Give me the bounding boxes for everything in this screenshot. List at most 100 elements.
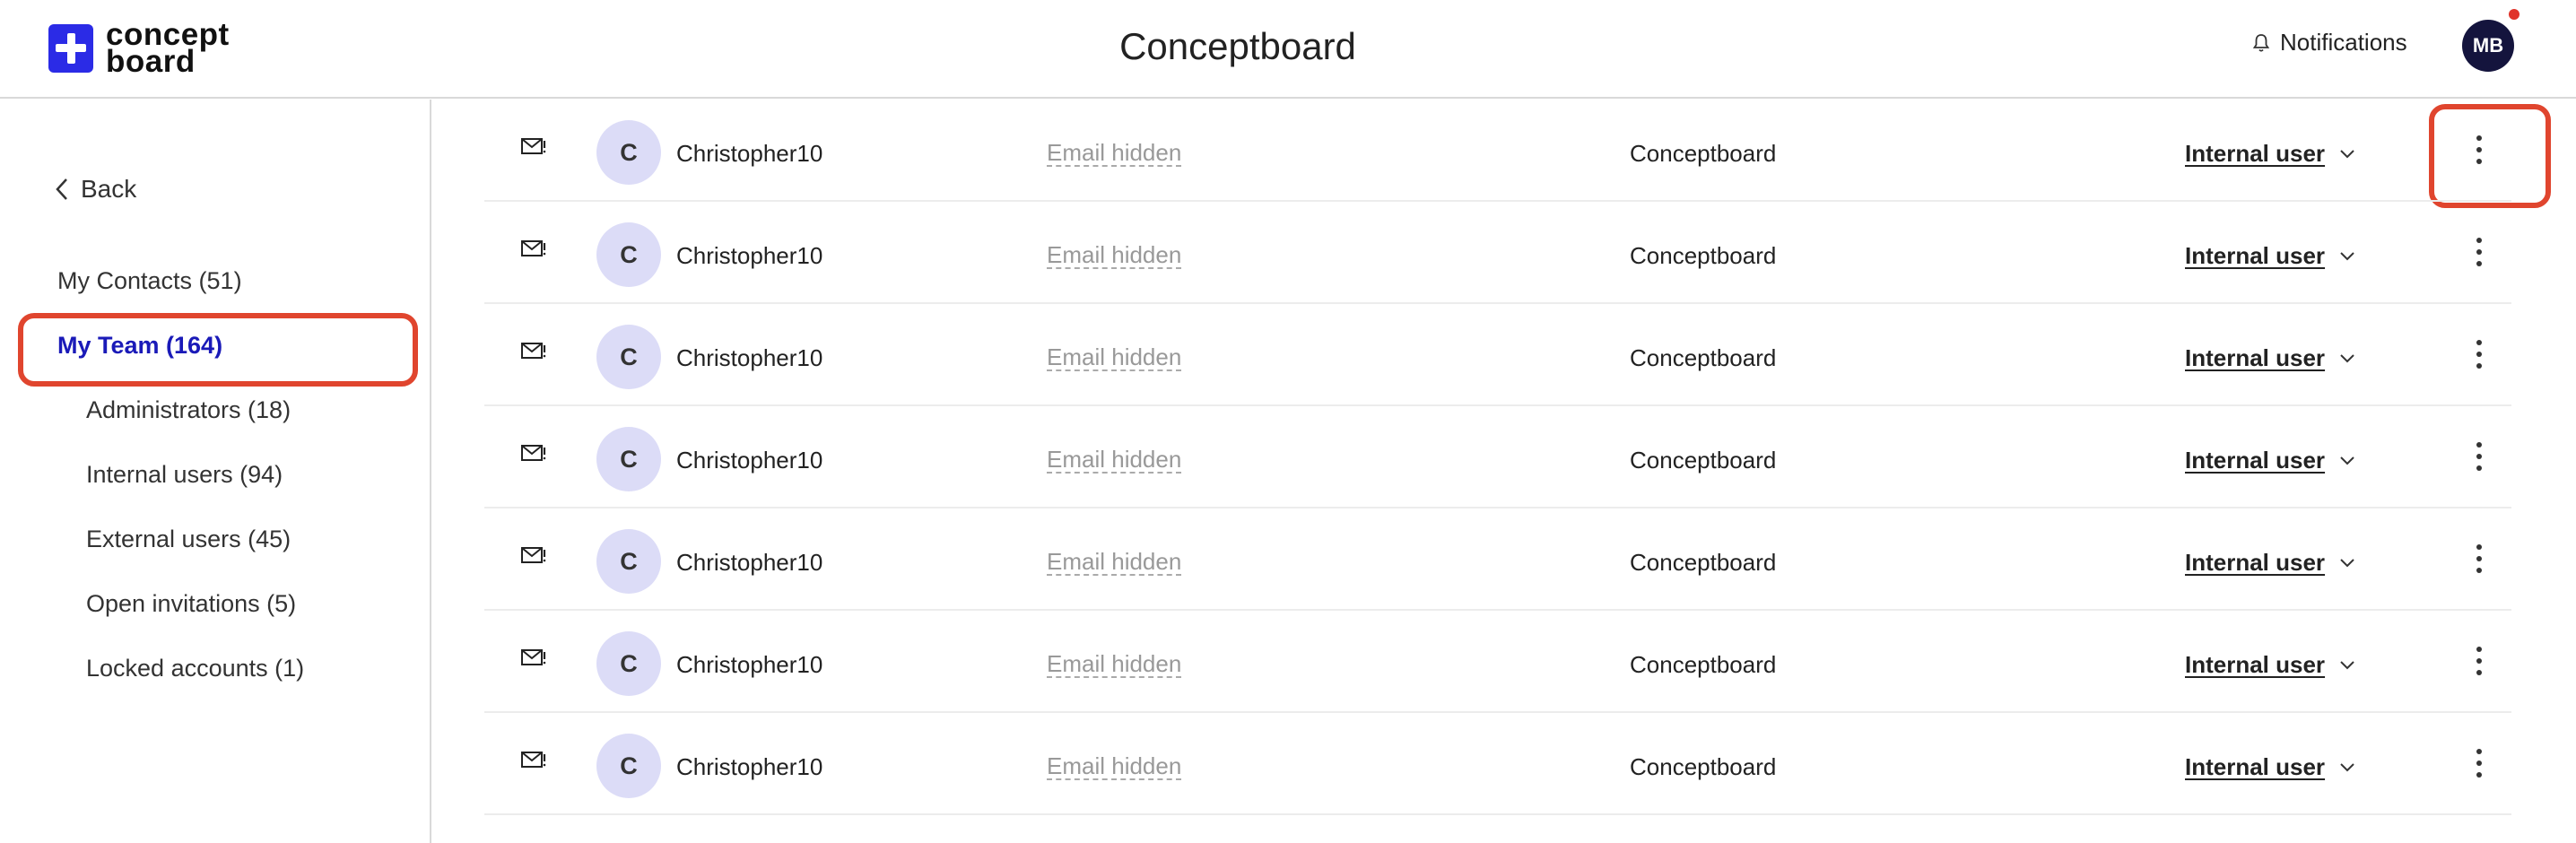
dot: [2476, 352, 2482, 357]
user-avatar: C: [596, 120, 661, 185]
user-email: Email hidden: [1047, 139, 1182, 167]
user-email: Email hidden: [1047, 548, 1182, 576]
role-label: Internal user: [2185, 753, 2326, 780]
notifications-button[interactable]: Notifications: [2253, 29, 2407, 56]
table-row: C Christopher10 Email hidden Conceptboar…: [484, 406, 2511, 508]
resend-invite-mail-icon[interactable]: [520, 238, 547, 259]
dot: [2476, 159, 2482, 164]
more-options-button[interactable]: [2470, 439, 2488, 474]
role-dropdown[interactable]: Internal user: [2185, 447, 2355, 474]
dot: [2476, 670, 2482, 675]
role-dropdown[interactable]: Internal user: [2185, 549, 2355, 577]
resend-invite-mail-icon[interactable]: [520, 544, 547, 566]
dot: [2476, 658, 2482, 664]
user-name: Christopher10: [676, 344, 823, 371]
user-avatar: C: [596, 427, 661, 491]
dot: [2476, 135, 2482, 141]
user-name: Christopher10: [676, 549, 823, 576]
sidebar-item-external-users[interactable]: External users (45): [86, 526, 291, 553]
dot: [2476, 261, 2482, 266]
role-dropdown[interactable]: Internal user: [2185, 140, 2355, 168]
dot: [2476, 363, 2482, 369]
user-avatar-button[interactable]: MB: [2462, 9, 2519, 72]
back-button[interactable]: Back: [56, 175, 136, 204]
dot: [2476, 568, 2482, 573]
role-label: Internal user: [2185, 242, 2326, 269]
role-label: Internal user: [2185, 344, 2326, 371]
chevron-down-icon: [2340, 149, 2354, 158]
more-options-button[interactable]: [2470, 336, 2488, 372]
sidebar-item-administrators[interactable]: Administrators (18): [86, 396, 291, 424]
chevron-down-icon: [2340, 251, 2354, 260]
user-name: Christopher10: [676, 447, 823, 474]
user-company: Conceptboard: [1630, 651, 1777, 678]
notification-dot: [2509, 9, 2519, 20]
chevron-down-icon: [2340, 558, 2354, 567]
user-avatar: C: [596, 325, 661, 389]
sidebar-item-locked-accounts[interactable]: Locked accounts (1): [86, 655, 304, 682]
resend-invite-mail-icon[interactable]: [520, 442, 547, 464]
table-row: C Christopher10 Email hidden Conceptboar…: [484, 100, 2511, 202]
more-options-button[interactable]: [2470, 132, 2488, 168]
chevron-down-icon: [2340, 353, 2354, 362]
user-avatar: C: [596, 529, 661, 594]
dot: [2476, 556, 2482, 561]
user-company: Conceptboard: [1630, 140, 1777, 167]
sidebar: Back My Contacts (51) My Team (164) Admi…: [0, 100, 431, 843]
sidebar-item-my-team[interactable]: My Team (164): [57, 332, 222, 360]
avatar: MB: [2462, 20, 2514, 72]
dot: [2476, 544, 2482, 550]
more-options-button[interactable]: [2470, 745, 2488, 781]
resend-invite-mail-icon[interactable]: [520, 340, 547, 361]
more-options-button[interactable]: [2470, 541, 2488, 577]
user-email: Email hidden: [1047, 752, 1182, 780]
table-row: C Christopher10 Email hidden Conceptboar…: [484, 611, 2511, 713]
role-label: Internal user: [2185, 140, 2326, 167]
role-label: Internal user: [2185, 651, 2326, 678]
user-email: Email hidden: [1047, 650, 1182, 678]
resend-invite-mail-icon[interactable]: [520, 749, 547, 770]
user-company: Conceptboard: [1630, 242, 1777, 269]
table-row: C Christopher10 Email hidden Conceptboar…: [484, 508, 2511, 611]
chevron-down-icon: [2340, 456, 2354, 465]
more-options-button[interactable]: [2470, 234, 2488, 270]
dot: [2476, 442, 2482, 448]
more-options-button[interactable]: [2470, 643, 2488, 679]
user-avatar: C: [596, 222, 661, 287]
table-body: C Christopher10 Email hidden Conceptboar…: [484, 100, 2511, 815]
user-company: Conceptboard: [1630, 753, 1777, 780]
user-company: Conceptboard: [1630, 447, 1777, 474]
resend-invite-mail-icon[interactable]: [520, 647, 547, 668]
dot: [2476, 647, 2482, 652]
dot: [2476, 465, 2482, 471]
user-email: Email hidden: [1047, 343, 1182, 371]
sidebar-item-open-invitations[interactable]: Open invitations (5): [86, 590, 296, 618]
user-name: Christopher10: [676, 140, 823, 167]
role-dropdown[interactable]: Internal user: [2185, 344, 2355, 372]
user-company: Conceptboard: [1630, 549, 1777, 576]
app-title: Conceptboard: [1119, 25, 1356, 67]
user-avatar: C: [596, 734, 661, 798]
sidebar-item-internal-users[interactable]: Internal users (94): [86, 461, 283, 489]
chevron-left-icon: [56, 178, 67, 200]
dot: [2476, 249, 2482, 255]
role-label: Internal user: [2185, 549, 2326, 576]
dot: [2476, 749, 2482, 754]
user-name: Christopher10: [676, 242, 823, 269]
user-name: Christopher10: [676, 753, 823, 780]
role-dropdown[interactable]: Internal user: [2185, 753, 2355, 781]
user-email: Email hidden: [1047, 446, 1182, 474]
role-dropdown[interactable]: Internal user: [2185, 242, 2355, 270]
top-header: concept board Conceptboard Notifications…: [0, 0, 2576, 99]
team-members-table: C Christopher10 Email hidden Conceptboar…: [484, 100, 2511, 815]
dot: [2476, 238, 2482, 243]
chevron-down-icon: [2340, 660, 2354, 669]
table-row: C Christopher10 Email hidden Conceptboar…: [484, 713, 2511, 815]
dot: [2476, 772, 2482, 778]
resend-invite-mail-icon[interactable]: [520, 135, 547, 157]
sidebar-item-my-contacts[interactable]: My Contacts (51): [57, 267, 242, 295]
dot: [2476, 454, 2482, 459]
dot: [2476, 340, 2482, 345]
role-dropdown[interactable]: Internal user: [2185, 651, 2355, 679]
dot: [2476, 760, 2482, 766]
